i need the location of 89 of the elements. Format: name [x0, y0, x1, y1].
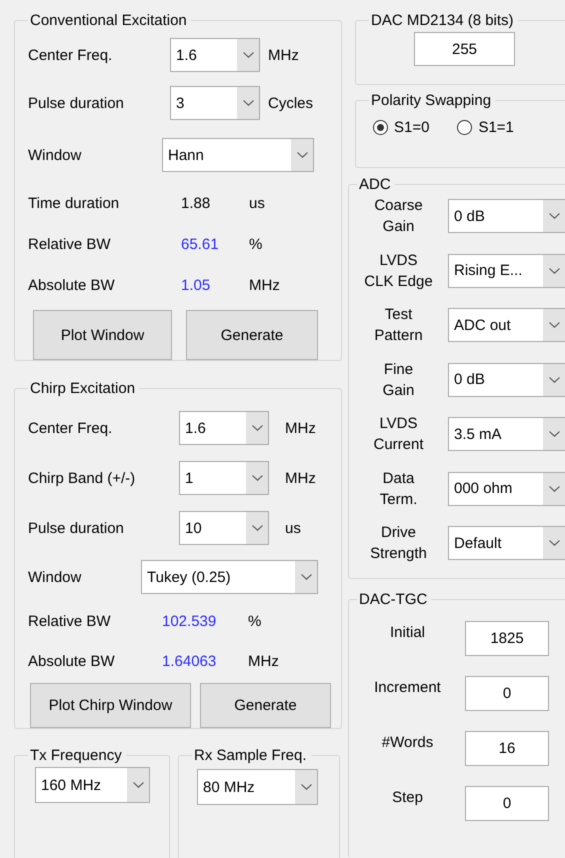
caret-icon	[548, 540, 560, 546]
caret-icon	[548, 431, 560, 438]
readout-value: 65.61	[181, 236, 220, 253]
field-label: Window	[28, 568, 82, 586]
field-label: #Words	[380, 733, 434, 752]
dropdown[interactable]: 0 dB	[448, 362, 565, 397]
caret-icon	[548, 213, 560, 220]
unit-label: us	[285, 520, 302, 536]
caret-icon	[300, 574, 312, 580]
field-label: Absolute BW	[28, 652, 116, 670]
unit-label: MHz	[249, 277, 281, 294]
group-title: Chirp Excitation	[29, 381, 136, 397]
unit-label: us	[249, 195, 266, 212]
field-label: Coarse Gain	[373, 196, 424, 238]
input-field[interactable]: 16	[465, 731, 549, 766]
group-title: DAC-TGC	[358, 592, 428, 608]
field-label: Chirp Band (+/-)	[28, 470, 136, 486]
unit-label: MHz	[248, 652, 280, 670]
field-label: LVDS Current	[372, 414, 425, 456]
field-label: Data Term.	[378, 468, 418, 510]
group-title: ADC	[358, 177, 392, 194]
field-label: Initial	[388, 623, 426, 642]
field-label: Center Freq.	[28, 46, 114, 64]
caret-icon	[252, 425, 262, 431]
unit-label: MHz	[285, 420, 317, 436]
dropdown[interactable]: Tukey (0.25)	[141, 560, 318, 594]
plot-button[interactable]: Plot Window	[33, 310, 172, 360]
dropdown[interactable]: 80 MHz	[197, 769, 318, 805]
caret-icon	[252, 525, 262, 531]
dropdown[interactable]: 3	[170, 86, 260, 120]
input-field[interactable]: 1825	[465, 621, 549, 656]
dropdown[interactable]: 1	[179, 461, 269, 495]
caret-icon	[242, 100, 254, 106]
input-field[interactable]: 255	[414, 32, 515, 66]
field-label: Drive Strength	[369, 523, 428, 564]
generate-button[interactable]: Generate	[200, 683, 331, 728]
dropdown[interactable]: 160 MHz	[35, 767, 150, 803]
plot-button[interactable]: Plot Chirp Window	[30, 683, 191, 728]
field-label: Relative BW	[28, 236, 112, 253]
field-label: LVDS CLK Edge	[363, 250, 434, 292]
dropdown[interactable]: Hann	[162, 138, 314, 172]
unit-label: %	[248, 612, 262, 630]
field-label: Fine Gain	[382, 360, 416, 401]
group-title: DAC MD2134 (8 bits)	[370, 13, 515, 29]
field-label: Absolute BW	[28, 277, 116, 294]
unit-label: MHz	[268, 46, 300, 64]
group-title: Conventional Excitation	[29, 13, 188, 29]
caret-icon	[296, 152, 308, 158]
field-label: Test Pattern	[373, 305, 424, 346]
group-title: Tx Frequency	[29, 748, 123, 764]
group-title: Rx Sample Freq.	[193, 748, 308, 764]
generate-button[interactable]: Generate	[186, 310, 318, 360]
dropdown[interactable]: Default	[448, 526, 565, 560]
dropdown[interactable]: 1.6	[179, 411, 269, 445]
input-field[interactable]: 0	[465, 786, 549, 822]
field-label: Step	[391, 788, 424, 806]
field-label: Increment	[373, 678, 442, 696]
unit-label: MHz	[285, 470, 317, 486]
field-label: Window	[28, 146, 82, 164]
readout-value: 102.539	[162, 612, 218, 630]
field-label: Pulse duration	[28, 94, 125, 112]
field-label: Time duration	[28, 195, 120, 212]
caret-icon	[252, 475, 262, 481]
field-label: Pulse duration	[28, 520, 125, 536]
radio-option[interactable]: S1=0	[373, 119, 430, 136]
caret-icon	[548, 322, 560, 328]
field-label: Center Freq.	[28, 420, 114, 436]
dropdown[interactable]: 000 ohm	[448, 472, 565, 506]
caret-icon	[548, 376, 560, 383]
unit-label: %	[249, 236, 264, 253]
caret-icon	[548, 486, 560, 492]
readout-value: 1.64063	[162, 652, 218, 670]
dropdown[interactable]: 10	[179, 511, 269, 545]
group-title: Polarity Swapping	[370, 93, 492, 110]
dropdown[interactable]: ADC out	[448, 308, 565, 342]
dropdown[interactable]: 3.5 mA	[448, 417, 565, 452]
readout-value: 1.05	[181, 277, 212, 294]
dropdown[interactable]: Rising E...	[448, 254, 565, 288]
unit-label: Cycles	[268, 94, 314, 112]
dropdown[interactable]: 1.6	[170, 38, 260, 72]
caret-icon	[548, 268, 560, 274]
input-field[interactable]: 0	[465, 676, 549, 712]
readout-value: 1.88	[181, 195, 212, 212]
caret-icon	[132, 782, 144, 788]
dropdown[interactable]: 0 dB	[448, 199, 565, 234]
caret-icon	[300, 784, 312, 790]
caret-icon	[242, 52, 254, 58]
field-label: Relative BW	[28, 612, 112, 630]
radio-option[interactable]: S1=1	[457, 119, 514, 136]
